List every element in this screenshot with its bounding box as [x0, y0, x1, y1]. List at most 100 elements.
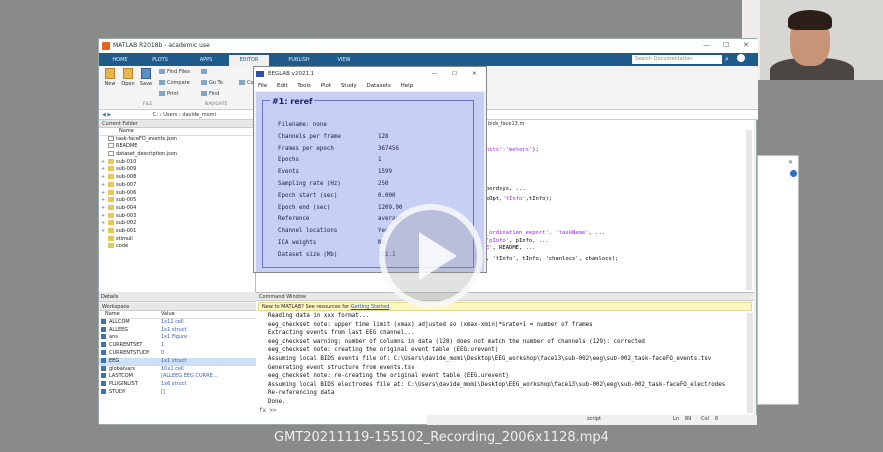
folder-icon [108, 197, 114, 203]
tab-apps[interactable]: APPS [189, 55, 223, 66]
dialog-close-icon[interactable]: ✕ [788, 159, 793, 166]
folder-list-item[interactable]: + sub-005 [99, 197, 255, 205]
expand-icon[interactable]: + [101, 174, 108, 182]
workspace-variable-row[interactable]: ans 1x1 Figure [99, 334, 256, 342]
folder-list-item[interactable]: README [99, 143, 255, 151]
folder-list-item[interactable]: + sub-004 [99, 204, 255, 213]
expand-icon[interactable]: + [101, 213, 108, 221]
current-folder-header: Current Folder [99, 120, 255, 128]
variable-value: 10x1 cell [161, 365, 184, 372]
dataset-property-label: Dataset size (Mb) [278, 251, 338, 258]
tab-home[interactable]: HOME [103, 55, 137, 66]
file-icon [108, 151, 114, 157]
column-header-value[interactable]: Value [161, 311, 175, 319]
workspace-variable-row[interactable]: PLUGINLIST 1x6 struct [99, 381, 256, 389]
column-header-name[interactable]: Name [99, 128, 255, 136]
address-path[interactable]: C: › Users › davide_momi [153, 112, 216, 118]
expand-icon[interactable]: + [101, 220, 108, 228]
documentation-search-input[interactable]: Search Documentation [632, 55, 722, 64]
tab-plots[interactable]: PLOTS [143, 55, 177, 66]
find-button[interactable]: Find [201, 91, 219, 97]
menu-file[interactable]: File [258, 83, 267, 89]
menu-edit[interactable]: Edit [277, 83, 288, 89]
folder-list-item[interactable]: + sub-006 [99, 189, 255, 198]
workspace-panel: Workspace Name Value ALLCOM 1x12 cell ALLE… [99, 303, 256, 424]
folder-list-item[interactable]: stimuli [99, 235, 255, 244]
go-to-button[interactable]: Go To [201, 80, 223, 86]
folder-list-item[interactable]: task-faceFO_events.json [99, 135, 255, 144]
compare-button[interactable]: Compare [159, 80, 190, 86]
dataset-property-value: 1 [378, 157, 382, 164]
code-string: 'tInfo' [502, 196, 526, 202]
folder-list-item[interactable]: + sub-010 [99, 158, 255, 167]
minimize-icon[interactable]: — [703, 41, 710, 49]
editor-tab-filename[interactable]: bids_face13.m [488, 121, 524, 127]
expand-icon[interactable]: + [101, 190, 108, 198]
folder-list-item[interactable]: + sub-007 [99, 181, 255, 190]
getting-started-hint: New to MATLAB? See resources for Getting… [258, 302, 752, 311]
command-window-scrollbar[interactable] [747, 313, 753, 413]
folder-icon [108, 174, 114, 180]
menu-plot[interactable]: Plot [321, 83, 331, 89]
folder-list-item[interactable]: + sub-003 [99, 212, 255, 221]
back-arrow-icon[interactable]: ◀ ▶ [102, 112, 111, 118]
expand-icon[interactable]: + [101, 228, 108, 236]
tab-view[interactable]: VIEW [327, 55, 361, 66]
close-icon[interactable]: ✕ [743, 41, 749, 49]
workspace-variable-row[interactable]: ALLCOM 1x12 cell [99, 319, 256, 327]
expand-icon[interactable]: + [101, 197, 108, 205]
menu-help[interactable]: Help [401, 83, 414, 89]
workspace-variable-row[interactable]: globalvars 10x1 cell [99, 366, 256, 374]
variable-value: 0 [161, 349, 165, 356]
variable-value: [ALLEEG EEG CURRE... [161, 373, 218, 380]
editor-scrollbar[interactable] [746, 130, 752, 290]
workspace-variable-row[interactable]: EEG 1x1 struct [99, 357, 256, 366]
column-header-name[interactable]: Name [105, 311, 120, 319]
folder-list-item[interactable]: dataset_description.json [99, 151, 255, 159]
folder-item-name: sub-005 [116, 197, 137, 204]
save-button[interactable]: Save [138, 68, 154, 87]
command-window-panel[interactable]: Command Window New to MATLAB? See resour… [256, 292, 754, 424]
bell-icon[interactable] [737, 54, 745, 62]
print-button[interactable]: Print [159, 91, 179, 97]
command-output-line: eeg_checkset warning: number of columns … [268, 338, 645, 345]
workspace-variable-row[interactable]: LASTCOM [ALLEEG EEG CURRE... [99, 373, 256, 381]
menu-datasets[interactable]: Datasets [366, 83, 390, 89]
workspace-variable-row[interactable]: STUDY [] [99, 389, 256, 397]
eeglab-minimize-icon[interactable]: — [432, 67, 438, 81]
workspace-variable-row[interactable]: ALLEEG 1x1 struct [99, 327, 256, 335]
navigate-back-button[interactable] [201, 69, 209, 75]
folder-list-item[interactable]: + sub-008 [99, 174, 255, 182]
expand-icon[interactable]: + [101, 159, 108, 167]
help-icon[interactable] [790, 170, 797, 177]
folder-list-item[interactable]: + sub-009 [99, 166, 255, 174]
tab-publish[interactable]: PUBLISH [279, 55, 319, 66]
details-panel-header[interactable]: Details [99, 292, 256, 302]
folder-list-item[interactable]: code [99, 243, 255, 251]
folder-list-item[interactable]: + sub-001 [99, 227, 255, 236]
search-icon[interactable]: ⌕ [725, 55, 729, 64]
workspace-variable-row[interactable]: CURRENTSET 1 [99, 342, 256, 350]
eeglab-maximize-icon[interactable]: ☐ [452, 67, 457, 81]
dataset-property-label: Epoch start (sec) [278, 192, 338, 199]
getting-started-link[interactable]: Getting Started [351, 304, 390, 310]
current-folder-panel: Current Folder Name task-faceFO_events.j… [99, 120, 256, 292]
find-files-button[interactable]: Find Files [159, 69, 190, 75]
video-play-button[interactable] [379, 204, 483, 308]
expand-icon[interactable]: + [101, 182, 108, 190]
menu-tools[interactable]: Tools [297, 83, 311, 89]
maximize-icon[interactable]: ☐ [723, 41, 729, 49]
tab-editor[interactable]: EDITOR [229, 55, 269, 66]
new-button[interactable]: New [102, 68, 118, 87]
eeglab-menubar: File Edit Tools Plot Study Datasets Help [254, 81, 486, 91]
eeglab-close-icon[interactable]: ✕ [472, 67, 477, 81]
command-prompt[interactable]: fx >> [259, 408, 276, 414]
expand-icon[interactable]: + [101, 166, 108, 174]
expand-icon[interactable]: + [101, 205, 108, 213]
workspace-variable-row[interactable]: CURRENTSTUDY 0 [99, 350, 256, 358]
matlab-title: MATLAB R2018b - academic use [113, 42, 210, 49]
folder-list-item[interactable]: + sub-002 [99, 220, 255, 228]
menu-study[interactable]: Study [341, 83, 357, 89]
status-col: 6 [715, 416, 719, 422]
open-button[interactable]: Open [120, 68, 136, 87]
